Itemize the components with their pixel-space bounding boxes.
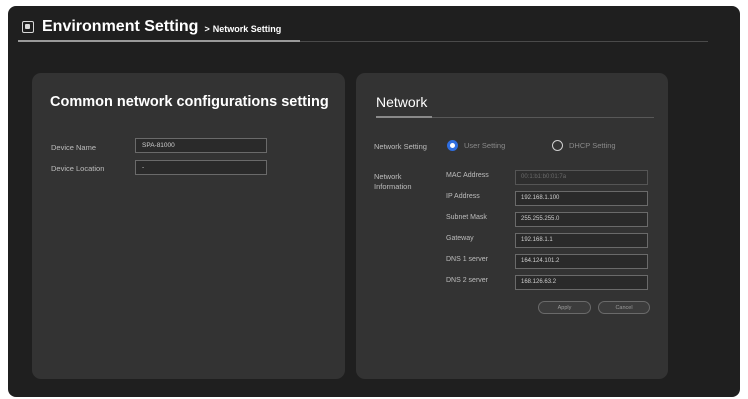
cancel-button[interactable]: Cancel [598,301,650,314]
ip-address-input[interactable]: 192.168.1.100 [515,191,648,206]
breadcrumb: > Network Setting [204,24,281,34]
page-header: Environment Setting > Network Setting [22,14,281,40]
breadcrumb-arrow: > [204,24,210,34]
subnet-mask-input[interactable]: 255.255.255.0 [515,212,648,227]
radio-dhcp-setting[interactable]: DHCP Setting [552,140,616,151]
radio-button-selected[interactable] [447,140,458,151]
dns2-label: DNS 2 server [446,277,489,284]
device-name-label: Device Name [51,143,97,152]
app-window: Environment Setting > Network Setting Com… [8,6,740,397]
gateway-label: Gateway [446,235,474,242]
apply-button[interactable]: Apply [538,301,591,314]
common-config-title: Common network configurations setting [50,94,329,110]
device-location-input[interactable]: - [135,160,267,175]
radio-button-unselected[interactable] [552,140,563,151]
network-panel: Network Network Setting User Setting DHC… [356,73,668,379]
device-location-label: Device Location [51,164,105,173]
network-title: Network [376,94,428,110]
radio-user-setting-label: User Setting [464,141,506,150]
common-config-panel: Common network configurations setting De… [32,73,345,379]
device-name-input[interactable]: SPA-81000 [135,138,267,153]
header-divider [18,40,708,42]
network-information-label-line1: Network [374,172,402,181]
radio-dhcp-setting-label: DHCP Setting [569,141,616,150]
mac-address-label: MAC Address [446,172,489,179]
dns1-input[interactable]: 164.124.101.2 [515,254,648,269]
dns2-input[interactable]: 168.126.63.2 [515,275,648,290]
network-information-label-line2: Information [374,182,412,191]
settings-square-icon [22,21,34,33]
network-title-divider [376,116,654,118]
gateway-input[interactable]: 192.168.1.1 [515,233,648,248]
ip-address-label: IP Address [446,193,480,200]
network-information-label: Network Information [374,172,412,192]
network-setting-label: Network Setting [374,142,427,151]
mac-address-input: 00:1:b1:b0:01:7a [515,170,648,185]
subnet-mask-label: Subnet Mask [446,214,487,221]
breadcrumb-current: Network Setting [212,24,282,34]
dns1-label: DNS 1 server [446,256,489,263]
page-title: Environment Setting [42,18,199,35]
radio-user-setting[interactable]: User Setting [447,140,505,151]
